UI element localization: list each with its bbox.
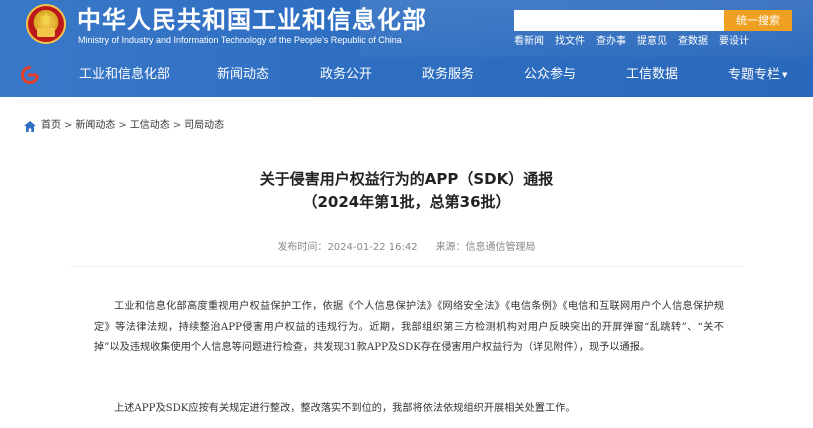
site-subtitle: Ministry of Industry and Information Tec… — [78, 35, 402, 45]
breadcrumb: 首页 > 新闻动态 > 工信动态 > 司局动态 — [24, 120, 224, 132]
nav-item-data[interactable]: 工信数据 — [626, 57, 678, 93]
national-emblem-icon[interactable]: ★ — [26, 4, 66, 44]
breadcrumb-separator: > — [172, 120, 182, 131]
site-title[interactable]: 中华人民共和国工业和信息化部 — [77, 6, 427, 34]
home-logo-icon[interactable] — [21, 66, 39, 84]
quick-link-data[interactable]: 查数据 — [678, 36, 708, 48]
source-label: 来源： — [435, 242, 466, 253]
quick-link-services[interactable]: 查办事 — [596, 36, 626, 48]
quick-link-news[interactable]: 看新闻 — [514, 36, 544, 48]
nav-item-news[interactable]: 新闻动态 — [217, 57, 269, 93]
nav-item-government-affairs[interactable]: 政务公开 — [320, 57, 372, 93]
site-header: ★ 中华人民共和国工业和信息化部 Ministry of Industry an… — [0, 0, 813, 97]
quick-link-design[interactable]: 要设计 — [719, 36, 749, 48]
article-paragraph: 工业和信息化部高度重视用户权益保护工作，依据《个人信息保护法》《网络安全法》《电… — [94, 301, 724, 353]
nav-item-miit[interactable]: 工业和信息化部 — [79, 57, 170, 93]
article-subtitle: （2024年第1批，总第36批） — [302, 193, 511, 211]
quick-link-files[interactable]: 找文件 — [555, 36, 585, 48]
quick-link-feedback[interactable]: 提意见 — [637, 36, 667, 48]
breadcrumb-separator: > — [118, 120, 127, 131]
article-title: 关于侵害用户权益行为的APP（SDK）通报 — [259, 170, 554, 188]
breadcrumb-news[interactable]: 新闻动态 — [75, 120, 115, 132]
chevron-down-icon: ▼ — [782, 71, 788, 79]
publish-time: 2024-01-22 16:42 — [327, 242, 418, 253]
search-input[interactable] — [514, 10, 724, 31]
breadcrumb-home[interactable]: 首页 — [41, 120, 61, 132]
home-icon — [24, 120, 36, 132]
nav-item-participation[interactable]: 公众参与 — [524, 57, 576, 93]
article-meta: 发布时间：2024-01-22 16:42 来源：信息通信管理局 — [0, 242, 813, 254]
nav-item-services[interactable]: 政务服务 — [422, 57, 474, 93]
quick-links: 看新闻 找文件 查办事 提意见 查数据 要设计 — [514, 36, 760, 48]
breadcrumb-ministry-news[interactable]: 工信动态 — [130, 120, 170, 132]
breadcrumb-separator: > — [64, 120, 73, 131]
article-paragraph: 上述APP及SDK应按有关规定进行整改，整改落实不到位的，我部将依法依规组织开展… — [114, 403, 576, 414]
search-button[interactable]: 统一搜索 — [724, 10, 792, 31]
publish-time-label: 发布时间： — [277, 242, 328, 253]
nav-item-topics[interactable]: 专题专栏 ▼ — [728, 57, 787, 93]
article-source: 信息通信管理局 — [465, 242, 536, 253]
main-nav: 工业和信息化部 新闻动态 政务公开 政务服务 公众参与 工信数据 专题专栏 ▼ — [0, 57, 813, 93]
meta-divider — [70, 266, 743, 267]
breadcrumb-bureau-news[interactable]: 司局动态 — [184, 120, 224, 132]
